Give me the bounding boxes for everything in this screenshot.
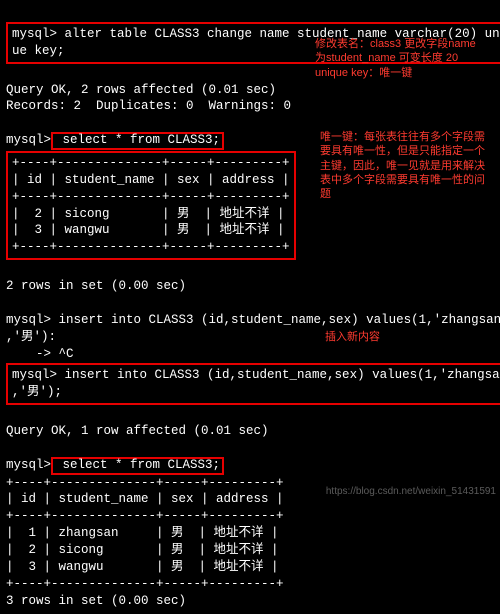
table-border: +----+--------------+-----+---------+ — [12, 240, 290, 254]
prompt: mysql> — [6, 313, 51, 327]
sql-insert2-a: insert into CLASS3 (id,student_name,sex)… — [57, 368, 500, 382]
result-queryok-2rows: Query OK, 2 rows affected (0.01 sec) — [6, 83, 276, 97]
table-border: +----+--------------+-----+---------+ — [12, 156, 290, 170]
table-row: | 1 | zhangsan | 男 | 地址不详 | — [6, 526, 279, 540]
table-header: | id | student_name | sex | address | — [12, 173, 290, 187]
table-border: +----+--------------+-----+---------+ — [6, 476, 284, 490]
cmd-insert-2: mysql> insert into CLASS3 (id,student_na… — [6, 363, 500, 405]
table-row: | 2 | sicong | 男 | 地址不详 | — [12, 207, 285, 221]
ctrl-c: -> ^C — [6, 347, 74, 361]
result-queryok-1row: Query OK, 1 row affected (0.01 sec) — [6, 424, 269, 438]
result-records: Records: 2 Duplicates: 0 Warnings: 0 — [6, 99, 291, 113]
annotation-alter: 修改表名：class3 更改字段name为student_name 可变长度 2… — [315, 37, 485, 80]
table-border: +----+--------------+-----+---------+ — [12, 190, 290, 204]
table-result-1: +----+--------------+-----+---------+ | … — [6, 151, 296, 260]
table-border: +----+--------------+-----+---------+ — [6, 577, 284, 591]
sql-insert1-b: ,'男'): — [6, 330, 56, 344]
annotation-insert: 插入新内容 — [325, 330, 380, 344]
cmd-select-2: select * from CLASS3; — [51, 457, 224, 475]
sql-alter-line2: ue key; — [12, 44, 65, 58]
sql-insert1-a: insert into CLASS3 (id,student_name,sex)… — [51, 313, 500, 327]
terminal-output: mysql> alter table CLASS3 change name st… — [0, 0, 500, 614]
prompt: mysql> — [12, 368, 57, 382]
result-setinfo-2: 2 rows in set (0.00 sec) — [6, 279, 186, 293]
prompt: mysql> — [6, 458, 51, 472]
table-row: | 3 | wangwu | 男 | 地址不详 | — [6, 560, 279, 574]
prompt: mysql> — [12, 27, 57, 41]
sql-insert2-b: ,'男'); — [12, 385, 62, 399]
table-row: | 3 | wangwu | 男 | 地址不详 | — [12, 223, 285, 237]
footer-url: https://blog.csdn.net/weixin_51431591 — [326, 485, 496, 499]
annotation-unique-key: 唯一键：每张表往往有多个字段需要具有唯一性，但是只能指定一个主键，因此，唯一见就… — [320, 130, 490, 201]
table-border: +----+--------------+-----+---------+ — [6, 509, 284, 523]
table-row: | 2 | sicong | 男 | 地址不详 | — [6, 543, 279, 557]
cmd-select-1: select * from CLASS3; — [51, 132, 224, 150]
prompt: mysql> — [6, 133, 51, 147]
table-header: | id | student_name | sex | address | — [6, 492, 284, 506]
result-setinfo-3: 3 rows in set (0.00 sec) — [6, 594, 186, 608]
